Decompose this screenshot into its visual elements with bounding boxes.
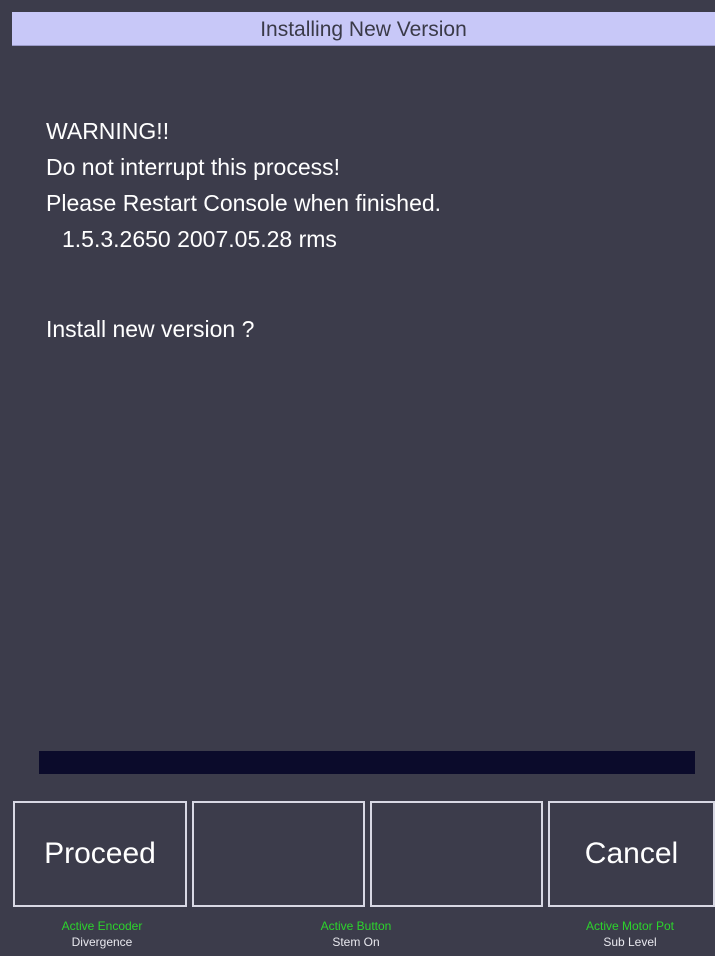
warning-text: WARNING!!: [46, 118, 170, 144]
active-encoder-label: Active Encoder: [61, 919, 143, 933]
no-interrupt-text: Do not interrupt this process!: [46, 154, 341, 180]
install-dialog-screen: Installing New Version WARNING!! Do not …: [0, 0, 715, 956]
proceed-button[interactable]: Proceed: [13, 801, 187, 907]
active-button-value: Stem On: [332, 935, 380, 949]
active-motor-pot-value: Sub Level: [603, 935, 657, 949]
install-progress-bar: [39, 751, 695, 774]
softkey-3-button[interactable]: [370, 801, 543, 907]
active-button-label: Active Button: [320, 919, 392, 933]
restart-text: Please Restart Console when finished.: [46, 190, 442, 216]
active-button-status: Active Button Stem On: [256, 918, 456, 950]
softkey-2-button[interactable]: [192, 801, 365, 907]
active-encoder-value: Divergence: [71, 935, 133, 949]
softkey-bar: Proceed Cancel: [0, 801, 715, 907]
active-motor-pot-status: Active Motor Pot Sub Level: [530, 918, 715, 950]
message-area: WARNING!! Do not interrupt this process!…: [46, 113, 706, 347]
cancel-button[interactable]: Cancel: [548, 801, 715, 907]
active-encoder-status: Active Encoder Divergence: [2, 918, 202, 950]
install-question: Install new version ?: [46, 316, 255, 342]
window-title: Installing New Version: [12, 12, 715, 46]
active-motor-pot-label: Active Motor Pot: [585, 919, 675, 933]
version-text: 1.5.3.2650 2007.05.28 rms: [62, 226, 337, 252]
